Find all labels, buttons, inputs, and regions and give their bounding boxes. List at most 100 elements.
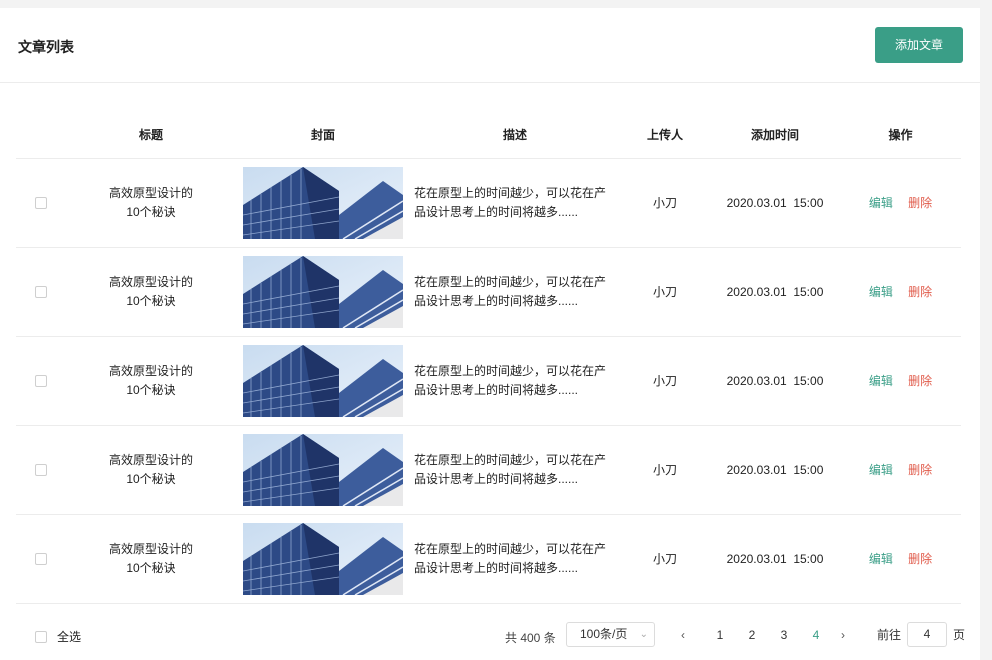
row-description-line1: 花在原型上的时间越少，可以花在产	[414, 541, 607, 556]
row-checkbox[interactable]	[35, 553, 47, 566]
cover-image	[243, 166, 403, 239]
select-all[interactable]: 全选	[35, 628, 81, 645]
table-row: 高效原型设计的 10个秘诀 花在原型上的时间越少，可以花在产 品设计思考上的时间…	[16, 336, 961, 426]
goto-label: 前往	[877, 628, 902, 642]
col-header-description: 描述	[410, 112, 620, 159]
row-title: 高效原型设计的 10个秘诀	[66, 425, 236, 515]
delete-link[interactable]: 删除	[908, 196, 932, 210]
row-title-line1: 高效原型设计的	[108, 185, 193, 200]
row-uploader: 小刀	[620, 247, 710, 337]
cover-image	[243, 344, 403, 417]
edit-link[interactable]: 编辑	[869, 552, 893, 566]
page-title: 文章列表	[18, 39, 74, 55]
add-article-button[interactable]: 添加文章	[875, 27, 963, 63]
table-header-row: 标题 封面 描述 上传人 添加时间 操作	[16, 112, 961, 159]
row-uploader: 小刀	[620, 158, 710, 248]
row-uploader: 小刀	[620, 336, 710, 426]
row-title: 高效原型设计的 10个秘诀	[66, 514, 236, 604]
table-row: 高效原型设计的 10个秘诀 花在原型上的时间越少，可以花在产 品设计思考上的时间…	[16, 514, 961, 604]
row-checkbox[interactable]	[35, 464, 47, 477]
row-title-line2: 10个秘诀	[126, 204, 176, 219]
col-header-actions: 操作	[840, 112, 961, 159]
chevron-right-icon[interactable]: ›	[832, 628, 854, 642]
edit-link[interactable]: 编辑	[869, 463, 893, 477]
row-description: 花在原型上的时间越少，可以花在产 品设计思考上的时间将越多......	[410, 425, 620, 515]
col-header-cover: 封面	[236, 112, 410, 159]
row-description-line2: 品设计思考上的时间将越多......	[414, 293, 579, 308]
article-list-card: 文章列表 添加文章 标题 封面 描述 上传人 添加时间 操作 高效原型设计的 1…	[0, 8, 980, 660]
select-all-checkbox[interactable]	[35, 630, 47, 643]
row-title-line1: 高效原型设计的	[108, 452, 193, 467]
col-header-select	[16, 112, 66, 159]
row-time: 2020.03.01 15:00	[710, 247, 840, 337]
edit-link[interactable]: 编辑	[869, 374, 893, 388]
row-title-line2: 10个秘诀	[126, 560, 176, 575]
cover-image	[243, 255, 403, 328]
table-row: 高效原型设计的 10个秘诀 花在原型上的时间越少，可以花在产 品设计思考上的时间…	[16, 158, 961, 248]
row-description-line2: 品设计思考上的时间将越多......	[414, 204, 579, 219]
col-header-title: 标题	[66, 112, 236, 159]
page-3[interactable]: 3	[768, 628, 800, 642]
row-time: 2020.03.01 15:00	[710, 514, 840, 604]
row-uploader: 小刀	[620, 514, 710, 604]
cover-image	[243, 522, 403, 595]
row-title: 高效原型设计的 10个秘诀	[66, 158, 236, 248]
page-2[interactable]: 2	[736, 628, 768, 642]
card-header: 文章列表 添加文章	[0, 8, 980, 83]
row-description-line1: 花在原型上的时间越少，可以花在产	[414, 363, 607, 378]
col-header-time: 添加时间	[710, 112, 840, 159]
goto-unit: 页	[953, 628, 966, 642]
chevron-left-icon[interactable]: ‹	[672, 628, 694, 642]
edit-link[interactable]: 编辑	[869, 196, 893, 210]
page-1[interactable]: 1	[704, 628, 736, 642]
row-description-line1: 花在原型上的时间越少，可以花在产	[414, 274, 607, 289]
edit-link[interactable]: 编辑	[869, 285, 893, 299]
select-all-label: 全选	[57, 630, 82, 644]
chevron-down-icon: ⌄	[639, 629, 648, 640]
row-actions: 编辑 删除	[840, 425, 961, 515]
row-description-line2: 品设计思考上的时间将越多......	[414, 471, 579, 486]
delete-link[interactable]: 删除	[908, 463, 932, 477]
row-actions: 编辑 删除	[840, 336, 961, 426]
row-title-line1: 高效原型设计的	[108, 363, 193, 378]
page-size-select[interactable]: 100条/页 ⌄	[566, 622, 655, 647]
row-title: 高效原型设计的 10个秘诀	[66, 336, 236, 426]
row-description-line1: 花在原型上的时间越少，可以花在产	[414, 185, 607, 200]
row-title-line2: 10个秘诀	[126, 293, 176, 308]
row-title-line1: 高效原型设计的	[108, 274, 193, 289]
page-size-value: 100条/页	[580, 627, 628, 641]
row-checkbox[interactable]	[35, 197, 47, 210]
goto-page: 前往 4 页	[877, 622, 965, 647]
row-description: 花在原型上的时间越少，可以花在产 品设计思考上的时间将越多......	[410, 514, 620, 604]
row-checkbox[interactable]	[35, 375, 47, 388]
total-count: 共 400 条	[505, 631, 556, 645]
table-row: 高效原型设计的 10个秘诀 花在原型上的时间越少，可以花在产 品设计思考上的时间…	[16, 425, 961, 515]
row-uploader: 小刀	[620, 425, 710, 515]
row-time: 2020.03.01 15:00	[710, 158, 840, 248]
row-actions: 编辑 删除	[840, 247, 961, 337]
row-title-line2: 10个秘诀	[126, 471, 176, 486]
col-header-uploader: 上传人	[620, 112, 710, 159]
cover-image	[243, 433, 403, 506]
row-title: 高效原型设计的 10个秘诀	[66, 247, 236, 337]
row-description: 花在原型上的时间越少，可以花在产 品设计思考上的时间将越多......	[410, 336, 620, 426]
delete-link[interactable]: 删除	[908, 374, 932, 388]
row-time: 2020.03.01 15:00	[710, 336, 840, 426]
goto-page-input[interactable]: 4	[907, 622, 948, 647]
table-row: 高效原型设计的 10个秘诀 花在原型上的时间越少，可以花在产 品设计思考上的时间…	[16, 247, 961, 337]
row-title-line2: 10个秘诀	[126, 382, 176, 397]
row-actions: 编辑 删除	[840, 514, 961, 604]
page-4[interactable]: 4	[800, 628, 832, 642]
row-description: 花在原型上的时间越少，可以花在产 品设计思考上的时间将越多......	[410, 247, 620, 337]
row-time: 2020.03.01 15:00	[710, 425, 840, 515]
pagination: ‹ 1 2 3 4 ›	[672, 628, 854, 642]
row-description-line2: 品设计思考上的时间将越多......	[414, 382, 579, 397]
delete-link[interactable]: 删除	[908, 285, 932, 299]
row-title-line1: 高效原型设计的	[108, 541, 193, 556]
row-description: 花在原型上的时间越少，可以花在产 品设计思考上的时间将越多......	[410, 158, 620, 248]
row-checkbox[interactable]	[35, 286, 47, 299]
delete-link[interactable]: 删除	[908, 552, 932, 566]
article-table: 标题 封面 描述 上传人 添加时间 操作 高效原型设计的 10个秘诀 花在原型上…	[16, 112, 961, 604]
row-actions: 编辑 删除	[840, 158, 961, 248]
table-footer: 全选 共 400 条 100条/页 ⌄ ‹ 1 2 3 4 › 前往 4 页	[0, 620, 980, 650]
